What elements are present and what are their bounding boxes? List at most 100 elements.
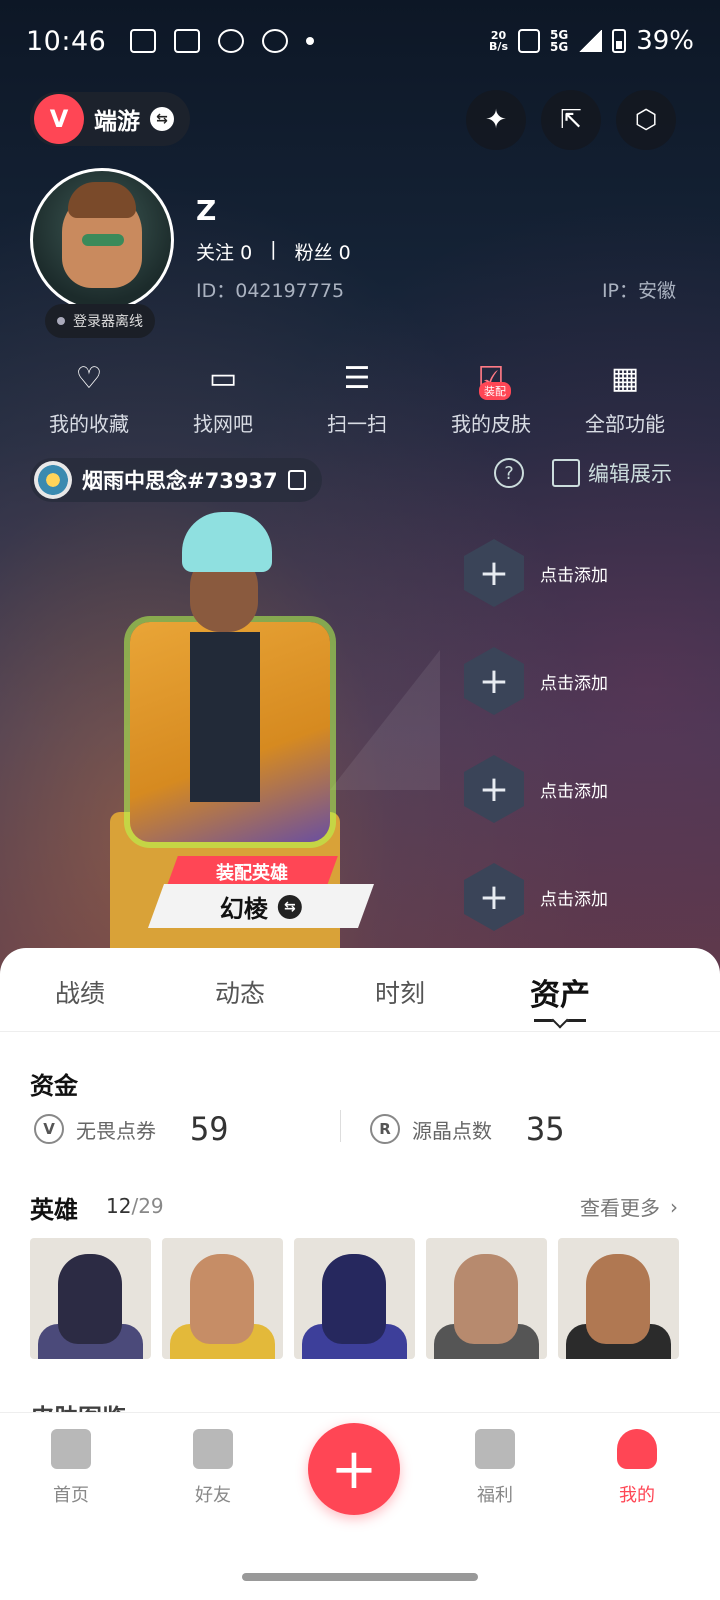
active-tab-indicator	[534, 1018, 586, 1022]
hero-card[interactable]	[30, 1238, 151, 1359]
status-time: 10:46	[26, 25, 107, 57]
sparkle-card-button[interactable]: ✦	[466, 90, 526, 150]
valorant-logo-icon: V	[34, 94, 84, 144]
fund-value: 59	[190, 1110, 229, 1148]
gift-icon	[475, 1429, 515, 1469]
user-id: ID：042197775	[196, 280, 345, 302]
hero-list	[30, 1238, 679, 1359]
hero-card[interactable]	[426, 1238, 547, 1359]
valorant-points-icon: V	[34, 1114, 64, 1144]
net-speed: 20 B/s	[489, 29, 508, 53]
hero-card[interactable]	[558, 1238, 679, 1359]
friends-icon	[193, 1429, 233, 1469]
quick-item-scan[interactable]: ☰ 扫一扫	[290, 352, 424, 437]
more-notifications-icon	[306, 37, 315, 45]
swap-icon: ⇆	[150, 107, 174, 131]
bottom-navigation: 首页 好友 + 福利 我的	[0, 1412, 720, 1600]
heroes-title: 英雄	[30, 1196, 78, 1224]
following-stat[interactable]: 关注 0	[196, 238, 252, 265]
radianite-icon: R	[370, 1114, 400, 1144]
profile-agent-icon	[617, 1429, 657, 1469]
home-indicator[interactable]	[242, 1573, 478, 1581]
sparkle-card-icon: ✦	[485, 105, 507, 135]
chevron-right-icon: ›	[670, 1194, 678, 1219]
nav-friends[interactable]: 好友	[168, 1429, 258, 1507]
nav-benefits[interactable]: 福利	[450, 1429, 540, 1507]
username: Z	[196, 194, 217, 227]
home-icon	[51, 1429, 91, 1469]
fund-divider	[340, 1110, 341, 1142]
fund-vp[interactable]: V 无畏点券 59	[34, 1110, 229, 1148]
sim-indicator: 5G 5G	[550, 28, 569, 54]
monitor-icon: ▭	[208, 360, 238, 396]
add-icon: +	[464, 863, 524, 931]
showcase-slot-2[interactable]: + 点击添加	[464, 646, 684, 716]
notification-icons	[130, 29, 315, 53]
quick-item-all-functions[interactable]: ▦ 全部功能	[558, 352, 692, 437]
launcher-status-badge: 登录器离线	[45, 304, 155, 338]
avatar-character	[62, 182, 142, 288]
copy-icon[interactable]	[287, 470, 306, 490]
quick-item-my-skins[interactable]: ☑ 装配 我的皮肤	[424, 352, 558, 437]
share-icon: ⇱	[560, 105, 582, 135]
add-icon: +	[464, 539, 524, 607]
status-bar: 10:46 20 B/s 5G 5G 39%	[0, 0, 720, 82]
wechat-icon	[262, 29, 289, 53]
signal-icon	[578, 30, 603, 52]
battery-percent: 39%	[636, 26, 694, 56]
nav-home[interactable]: 首页	[26, 1429, 116, 1507]
wechat-icon	[218, 29, 245, 53]
fans-stat[interactable]: 粉丝 0	[295, 238, 351, 265]
quick-item-favorites[interactable]: ♡ 我的收藏	[22, 352, 156, 437]
settings-hex-icon: ⬡	[634, 105, 658, 135]
fund-radianite[interactable]: R 源晶点数 35	[370, 1110, 565, 1148]
showcase-slot-3[interactable]: + 点击添加	[464, 754, 684, 824]
plus-icon: +	[330, 1436, 378, 1502]
follow-stats: 关注 0 | 粉丝 0	[196, 238, 351, 265]
grid-icon: ▦	[610, 360, 640, 396]
add-icon: +	[464, 755, 524, 823]
showcase-slot-1[interactable]: + 点击添加	[464, 538, 684, 608]
skin-icon: ☑ 装配	[471, 358, 511, 400]
equip-badge: 装配	[479, 382, 511, 400]
game-name: 端游	[94, 109, 140, 135]
quick-item-find-netcafe[interactable]: ▭ 找网吧	[156, 352, 290, 437]
hero-card[interactable]	[162, 1238, 283, 1359]
create-post-button[interactable]: +	[308, 1423, 400, 1515]
hd-icon	[518, 29, 540, 53]
share-button[interactable]: ⇱	[541, 90, 601, 150]
add-icon: +	[464, 647, 524, 715]
settings-button[interactable]: ⬡	[616, 90, 676, 150]
swap-icon: ⇆	[278, 894, 302, 918]
system-icons: 20 B/s 5G 5G 39%	[489, 26, 694, 56]
tab-match-history[interactable]: 战绩	[0, 948, 160, 1031]
profile-tabs: 战绩 动态 时刻 资产	[0, 948, 720, 1032]
heroes-count: 12/29	[106, 1194, 164, 1218]
hero-name: 幻棱	[220, 894, 268, 923]
battery-icon	[612, 29, 627, 53]
game-switcher[interactable]: V 端游 ⇆	[30, 92, 190, 146]
player-tag[interactable]: 烟雨中思念#73937	[30, 458, 322, 502]
funds-title: 资金	[30, 1072, 78, 1100]
player-card-icon	[34, 461, 72, 499]
tab-activity[interactable]: 动态	[160, 948, 320, 1031]
quick-functions: ♡ 我的收藏 ▭ 找网吧 ☰ 扫一扫 ☑ 装配 我的皮肤 ▦ 全部功能	[0, 352, 720, 437]
showcase-slot-4[interactable]: + 点击添加	[464, 862, 684, 932]
fund-value: 35	[526, 1110, 565, 1148]
offline-dot-icon	[57, 317, 65, 325]
view-more-heroes-link[interactable]: 查看更多 ›	[580, 1192, 678, 1221]
tab-assets[interactable]: 资产	[480, 948, 640, 1031]
scan-icon: ☰	[343, 360, 371, 396]
heart-icon: ♡	[75, 360, 103, 396]
player-riot-id: 烟雨中思念#73937	[82, 469, 278, 493]
equipped-hero-switch[interactable]: 幻棱 ⇆	[147, 884, 375, 928]
edit-icon	[552, 459, 580, 487]
help-icon[interactable]: ?	[494, 458, 524, 488]
edit-showcase-button[interactable]: 编辑展示	[552, 458, 672, 488]
nav-me[interactable]: 我的	[592, 1429, 682, 1507]
hero-card[interactable]	[294, 1238, 415, 1359]
window-icon	[174, 29, 201, 53]
tab-moments[interactable]: 时刻	[320, 948, 480, 1031]
avatar[interactable]	[30, 168, 174, 312]
message-icon	[130, 29, 157, 53]
